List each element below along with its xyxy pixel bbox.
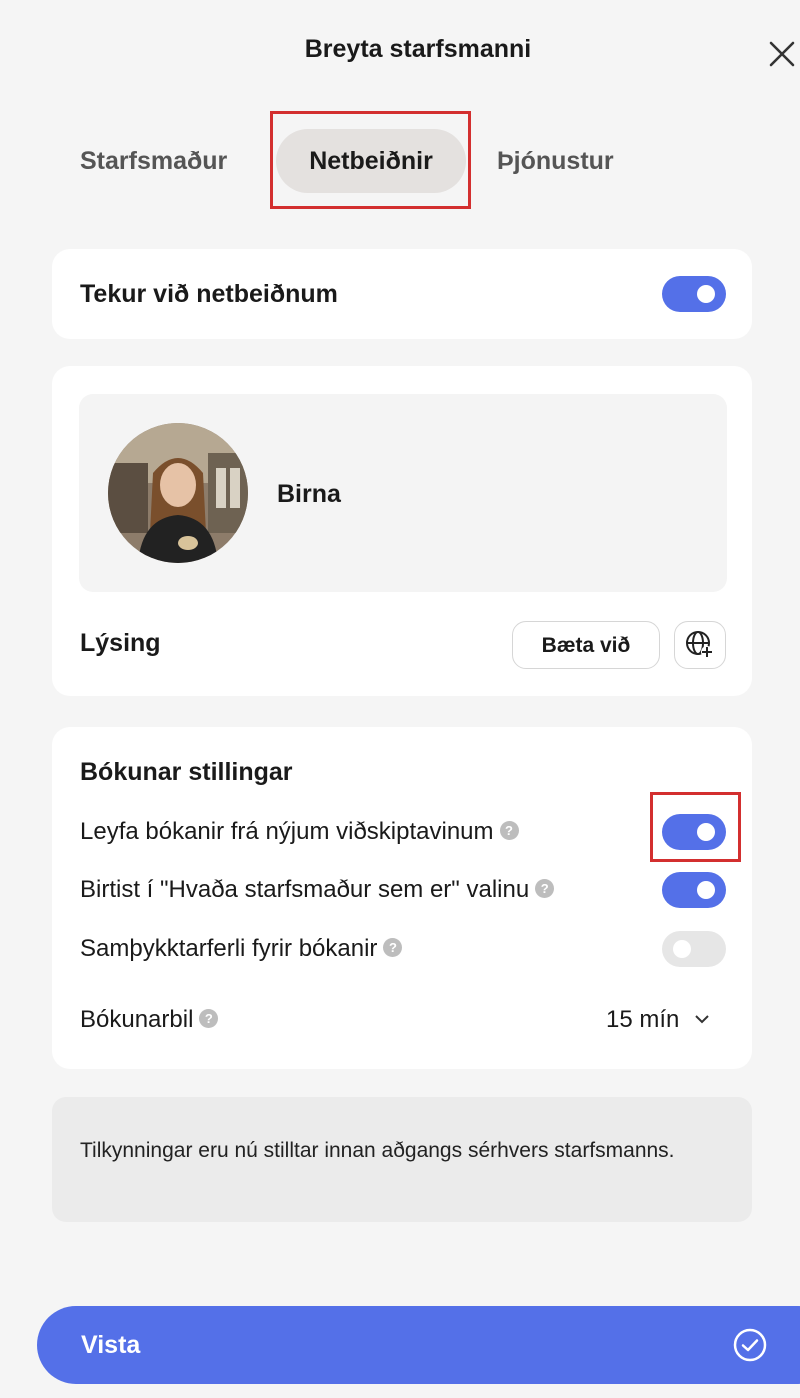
online-booking-card: Tekur við netbeiðnum	[52, 249, 752, 339]
booking-interval-row: Bókunarbil?	[80, 1006, 219, 1034]
help-icon[interactable]: ?	[383, 938, 403, 958]
approval-process-toggle[interactable]	[662, 931, 726, 967]
booking-interval-label: Bókunarbil	[80, 1006, 194, 1033]
booking-interval-value: 15 mín	[606, 1006, 680, 1033]
avatar[interactable]	[108, 423, 248, 563]
tab-starfsmadur[interactable]: Starfsmaður	[80, 129, 227, 193]
allow-new-clients-row: Leyfa bókanir frá nýjum viðskiptavinum?	[80, 818, 519, 846]
check-circle-icon	[733, 1328, 767, 1362]
close-button[interactable]	[765, 37, 799, 71]
profile-name: Birna	[277, 480, 341, 508]
tab-netbeidnir[interactable]: Netbeiðnir	[276, 129, 466, 193]
save-button-label: Vista	[81, 1331, 141, 1359]
chevron-down-icon	[695, 1014, 709, 1024]
help-icon[interactable]: ?	[535, 879, 555, 899]
notice-text: Tilkynningar eru nú stilltar innan aðgan…	[80, 1139, 675, 1162]
allow-new-clients-label: Leyfa bókanir frá nýjum viðskiptavinum	[80, 818, 494, 845]
notice-box: Tilkynningar eru nú stilltar innan aðgan…	[52, 1097, 752, 1222]
add-description-label: Bæta við	[541, 634, 631, 657]
allow-new-clients-toggle[interactable]	[662, 814, 726, 850]
booking-settings-card: Bókunar stillingar Leyfa bókanir frá nýj…	[52, 727, 752, 1069]
online-booking-label: Tekur við netbeiðnum	[80, 280, 338, 308]
approval-process-row: Samþykktarferli fyrir bókanir?	[80, 935, 403, 963]
save-button[interactable]: Vista	[37, 1306, 800, 1384]
booking-settings-heading: Bókunar stillingar	[80, 758, 293, 786]
any-staff-row: Birtist í "Hvaða starfsmaður sem er" val…	[80, 876, 555, 904]
add-description-button[interactable]: Bæta við	[512, 621, 660, 669]
tab-thjonustur[interactable]: Þjónustur	[497, 129, 614, 193]
dialog-title: Breyta starfsmanni	[304, 35, 532, 63]
booking-interval-select[interactable]: 15 mín	[606, 1006, 710, 1034]
approval-process-label: Samþykktarferli fyrir bókanir	[80, 935, 378, 962]
description-label: Lýsing	[80, 629, 161, 657]
help-icon[interactable]: ?	[499, 821, 519, 841]
globe-plus-icon	[686, 631, 713, 658]
close-icon	[769, 41, 795, 67]
any-staff-label: Birtist í "Hvaða starfsmaður sem er" val…	[80, 876, 530, 903]
profile-card: Birna Lýsing Bæta við	[52, 366, 752, 696]
any-staff-toggle[interactable]	[662, 872, 726, 908]
online-booking-toggle[interactable]	[662, 276, 726, 312]
translate-button[interactable]	[674, 621, 726, 669]
profile-box: Birna	[79, 394, 727, 592]
help-icon[interactable]: ?	[199, 1009, 219, 1029]
